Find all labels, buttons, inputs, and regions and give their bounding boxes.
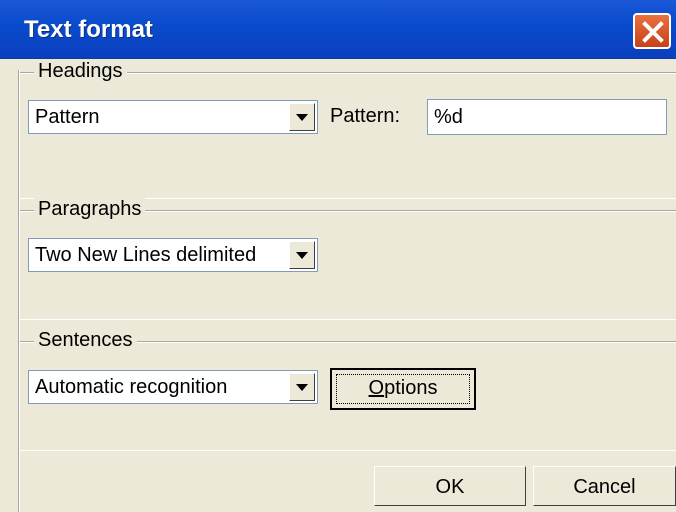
options-button[interactable]: Options — [330, 368, 476, 410]
chevron-down-icon[interactable] — [289, 373, 315, 401]
pattern-input-value: %d — [434, 106, 463, 128]
chevron-down-icon[interactable] — [289, 241, 315, 269]
headings-group: Headings — [20, 60, 676, 199]
options-button-focus: Options — [336, 374, 470, 404]
options-button-label: ptions — [384, 377, 438, 399]
sentences-group-label: Sentences — [34, 329, 137, 352]
ok-button-label: OK — [435, 476, 465, 498]
pattern-label: Pattern: — [330, 105, 401, 127]
sentences-combo[interactable]: Automatic recognition — [28, 370, 318, 404]
ok-button[interactable]: OK — [374, 466, 526, 506]
close-button[interactable] — [633, 13, 671, 49]
chevron-down-icon[interactable] — [289, 103, 315, 131]
sentences-combo-value: Automatic recognition — [35, 376, 228, 398]
window-title: Text format — [24, 16, 153, 43]
pattern-input[interactable]: %d — [427, 99, 667, 135]
paragraphs-combo-value: Two New Lines delimited — [35, 244, 257, 266]
headings-group-label: Headings — [34, 60, 127, 83]
headings-combo[interactable]: Pattern — [28, 100, 318, 134]
cancel-button[interactable]: Cancel — [533, 466, 676, 506]
paragraphs-group-label: Paragraphs — [34, 198, 146, 221]
options-mnemonic: O — [368, 377, 385, 399]
title-bar[interactable]: Text format — [0, 0, 676, 59]
close-icon — [642, 21, 664, 43]
headings-combo-value: Pattern — [35, 106, 100, 128]
cancel-button-label: Cancel — [573, 476, 636, 498]
paragraphs-combo[interactable]: Two New Lines delimited — [28, 238, 318, 272]
